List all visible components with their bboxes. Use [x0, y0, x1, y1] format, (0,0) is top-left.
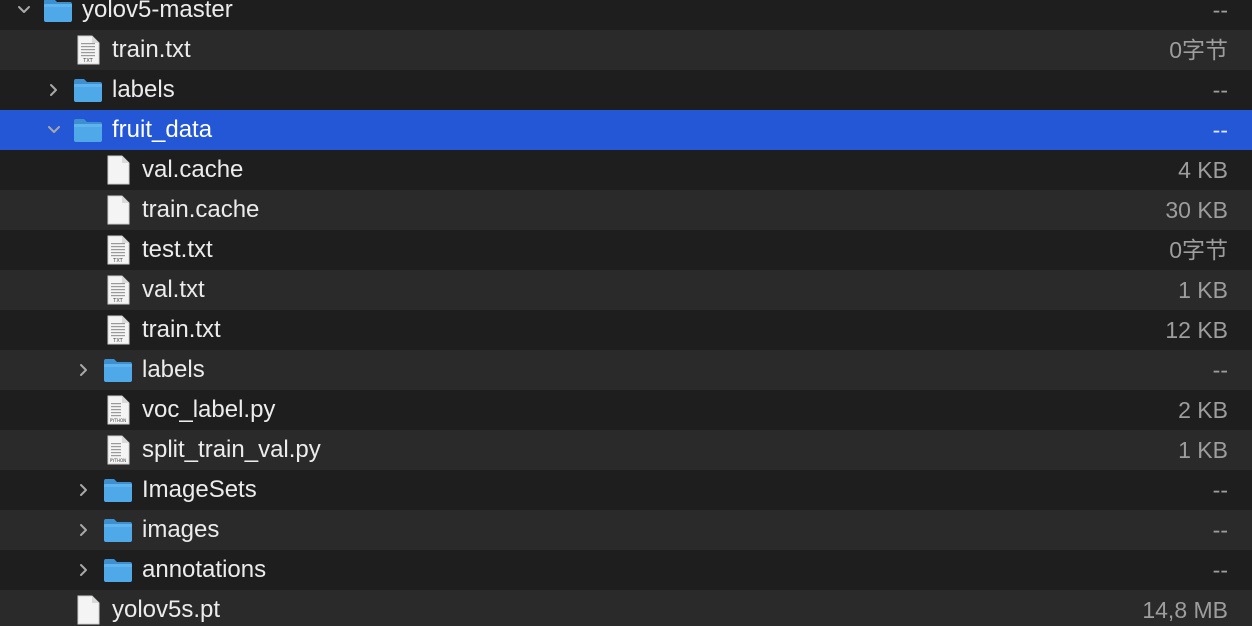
item-size: -- — [1212, 477, 1228, 503]
folder-icon — [42, 0, 74, 25]
python-file-icon: PYTHON — [104, 435, 136, 465]
item-name: yolov5-master — [82, 0, 233, 23]
item-name: ImageSets — [142, 476, 257, 503]
item-size: 1 KB — [1178, 437, 1228, 463]
svg-text:PYTHON: PYTHON — [110, 418, 126, 423]
item-name: train.txt — [142, 316, 221, 343]
item-name: labels — [112, 76, 175, 103]
folder-icon — [72, 115, 104, 145]
item-size: 14,8 MB — [1142, 597, 1228, 623]
svg-text:TXT: TXT — [82, 58, 93, 64]
item-name: fruit_data — [112, 116, 213, 143]
chevron-down-icon[interactable] — [44, 120, 64, 140]
svg-text:TXT: TXT — [112, 298, 123, 304]
folder-row[interactable]: annotations -- — [0, 550, 1252, 590]
txt-file-icon: TXT — [104, 235, 136, 265]
folder-row[interactable]: labels -- — [0, 70, 1252, 110]
chevron-right-icon[interactable] — [74, 520, 94, 540]
file-row[interactable]: TXT val.txt 1 KB — [0, 270, 1252, 310]
file-row[interactable]: val.cache 4 KB — [0, 150, 1252, 190]
chevron-right-icon[interactable] — [74, 480, 94, 500]
item-size: 30 KB — [1165, 197, 1228, 223]
item-name: split_train_val.py — [142, 436, 321, 463]
folder-icon — [102, 475, 134, 505]
folder-row[interactable]: ImageSets -- — [0, 470, 1252, 510]
file-row[interactable]: TXT test.txt 0字节 — [0, 230, 1252, 270]
file-list: yolov5-master -- TXT train.txt 0字节 labels -… — [0, 0, 1252, 626]
folder-icon — [102, 355, 134, 385]
folder-row[interactable]: labels -- — [0, 350, 1252, 390]
folder-icon — [72, 75, 104, 105]
python-file-icon: PYTHON — [104, 395, 136, 425]
item-size: 12 KB — [1165, 317, 1228, 343]
item-name: train.cache — [142, 196, 260, 223]
chevron-right-icon[interactable] — [44, 80, 64, 100]
folder-row[interactable]: fruit_data -- — [0, 110, 1252, 150]
folder-icon — [102, 555, 134, 585]
file-row[interactable]: TXT train.txt 0字节 — [0, 30, 1252, 70]
svg-text:TXT: TXT — [112, 258, 123, 264]
svg-text:TXT: TXT — [112, 338, 123, 344]
folder-row[interactable]: images -- — [0, 510, 1252, 550]
item-name: yolov5s.pt — [112, 596, 221, 623]
item-size: 0字节 — [1169, 237, 1228, 263]
chevron-right-icon[interactable] — [74, 560, 94, 580]
item-name: train.txt — [112, 36, 191, 63]
blank-file-icon — [104, 155, 136, 185]
item-name: images — [142, 516, 220, 543]
file-row[interactable]: TXT train.txt 12 KB — [0, 310, 1252, 350]
item-size: -- — [1212, 77, 1228, 103]
item-name: val.txt — [142, 276, 205, 303]
item-size: 0字节 — [1169, 37, 1228, 63]
file-row[interactable]: yolov5s.pt 14,8 MB — [0, 590, 1252, 626]
item-name: labels — [142, 356, 205, 383]
txt-file-icon: TXT — [104, 275, 136, 305]
file-row[interactable]: PYTHON split_train_val.py 1 KB — [0, 430, 1252, 470]
file-row[interactable]: PYTHON voc_label.py 2 KB — [0, 390, 1252, 430]
blank-file-icon — [74, 595, 106, 625]
folder-row[interactable]: yolov5-master -- — [0, 0, 1252, 30]
chevron-down-icon[interactable] — [14, 0, 34, 20]
item-size: -- — [1212, 557, 1228, 583]
item-size: -- — [1212, 517, 1228, 543]
txt-file-icon: TXT — [74, 35, 106, 65]
item-name: test.txt — [142, 236, 213, 263]
item-size: 1 KB — [1178, 277, 1228, 303]
item-size: -- — [1212, 357, 1228, 383]
item-size: -- — [1212, 117, 1228, 143]
item-name: annotations — [142, 556, 267, 583]
file-row[interactable]: train.cache 30 KB — [0, 190, 1252, 230]
item-size: 4 KB — [1178, 157, 1228, 183]
txt-file-icon: TXT — [104, 315, 136, 345]
item-name: val.cache — [142, 156, 244, 183]
item-name: voc_label.py — [142, 396, 276, 423]
svg-text:PYTHON: PYTHON — [110, 458, 126, 463]
item-size: -- — [1212, 0, 1228, 23]
folder-icon — [102, 515, 134, 545]
chevron-right-icon[interactable] — [74, 360, 94, 380]
item-size: 2 KB — [1178, 397, 1228, 423]
blank-file-icon — [104, 195, 136, 225]
